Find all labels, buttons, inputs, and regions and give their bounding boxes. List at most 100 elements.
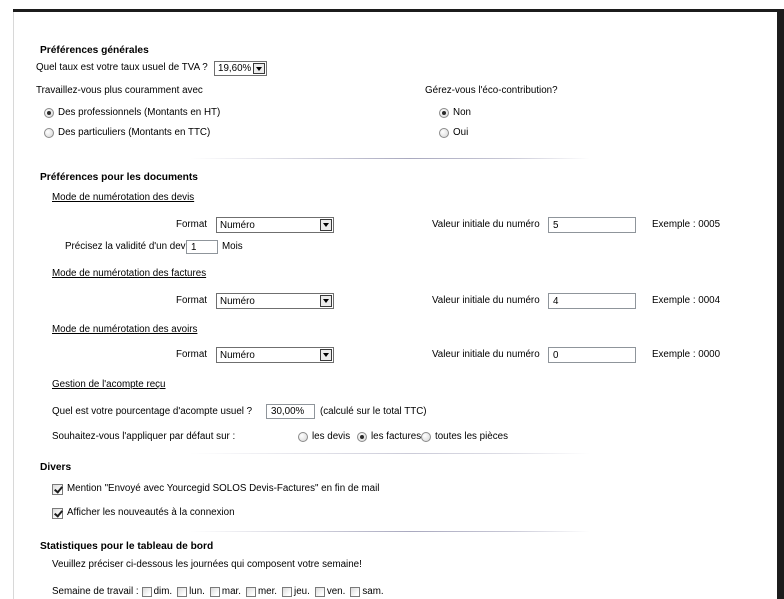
radio-label: toutes les pièces	[435, 431, 508, 442]
deposit-percent-value: 30,00%	[271, 406, 305, 417]
radio-button[interactable]	[357, 432, 367, 442]
checkbox-option-mail-mention[interactable]: Mention "Envoyé avec Yourcegid SOLOS Dev…	[52, 483, 379, 495]
invoice-initial-input[interactable]: 4	[548, 293, 636, 309]
quote-format-label: Format	[175, 219, 207, 230]
quote-format-value: Numéro	[220, 219, 255, 231]
vat-select-value: 19,60%	[218, 63, 252, 74]
day-label: mer.	[257, 586, 278, 597]
window-frame-right	[777, 9, 784, 599]
checkbox[interactable]	[350, 587, 361, 597]
checkbox-label: Mention "Envoyé avec Yourcegid SOLOS Dev…	[67, 483, 380, 494]
day-label: dim.	[153, 586, 173, 597]
checkbox[interactable]	[314, 587, 325, 597]
quote-initial-value: 5	[553, 219, 559, 231]
checkbox[interactable]	[52, 507, 63, 519]
day-label: sam.	[362, 586, 384, 597]
deposit-percent-note: (calculé sur le total TTC)	[320, 406, 427, 417]
radio-button[interactable]	[439, 128, 449, 138]
checkbox[interactable]	[52, 483, 63, 495]
deposit-heading: Gestion de l'acompte reçu	[52, 379, 166, 390]
chevron-down-icon[interactable]	[320, 295, 332, 307]
credit-note-initial-input[interactable]: 0	[548, 347, 636, 363]
checkbox[interactable]	[209, 587, 220, 597]
radio-label: Oui	[453, 127, 469, 138]
radio-option-professionals[interactable]: Des professionnels (Montants en HT)	[44, 107, 220, 119]
quote-initial-input[interactable]: 5	[548, 217, 636, 233]
deposit-percent-input[interactable]: 30,00%	[266, 404, 315, 419]
radio-button[interactable]	[44, 108, 54, 118]
window-frame-top	[13, 9, 784, 12]
credit-note-example: Exemple : 0000	[652, 349, 721, 360]
credit-note-format-label: Format	[175, 349, 207, 360]
checkbox[interactable]	[245, 587, 256, 597]
radio-label: Non	[453, 107, 471, 118]
quote-validity-input[interactable]: 1	[186, 240, 218, 254]
deposit-percent-label: Quel est votre pourcentage d'acompte usu…	[52, 406, 253, 417]
invoice-initial-label: Valeur initiale du numéro	[432, 295, 540, 306]
section-divider	[190, 453, 590, 454]
credit-note-format-value: Numéro	[220, 349, 255, 361]
day-option-friday[interactable]: ven.	[314, 586, 346, 598]
quote-validity-value: 1	[191, 241, 197, 253]
customer-type-label: Travaillez-vous plus couramment avec	[36, 85, 203, 96]
day-option-sunday[interactable]: dim.	[141, 586, 173, 598]
vat-label: Quel taux est votre taux usuel de TVA ?	[36, 62, 208, 73]
radio-option-individuals[interactable]: Des particuliers (Montants en TTC)	[44, 127, 210, 139]
section-divider	[190, 158, 590, 159]
credit-note-format-select[interactable]: Numéro	[216, 347, 334, 363]
radio-button[interactable]	[298, 432, 308, 442]
section-title-documents: Préférences pour les documents	[40, 172, 198, 183]
work-week-row: Semaine de travail : dim. lun. mar. mer.…	[52, 586, 389, 598]
window-frame-left	[13, 12, 14, 599]
section-divider	[190, 531, 590, 532]
day-option-monday[interactable]: lun.	[177, 586, 205, 598]
stats-hint: Veuillez préciser ci-dessous les journée…	[52, 559, 362, 570]
checkbox[interactable]	[282, 587, 293, 597]
quote-validity-unit: Mois	[222, 241, 243, 252]
work-week-label: Semaine de travail :	[52, 586, 139, 597]
chevron-down-icon[interactable]	[320, 219, 332, 231]
invoice-numbering-heading: Mode de numérotation des factures	[52, 268, 207, 279]
radio-option-eco-yes[interactable]: Oui	[439, 127, 468, 139]
quote-format-select[interactable]: Numéro	[216, 217, 334, 233]
radio-option-eco-no[interactable]: Non	[439, 107, 471, 119]
radio-option-apply-invoices[interactable]: les factures	[357, 431, 421, 443]
radio-label: les devis	[312, 431, 351, 442]
invoice-format-select[interactable]: Numéro	[216, 293, 334, 309]
chevron-down-icon[interactable]	[320, 349, 332, 361]
day-label: ven.	[326, 586, 346, 597]
preferences-page: Préférences générales Quel taux est votr…	[0, 0, 784, 599]
eco-contribution-label: Gérez-vous l'éco-contribution?	[425, 85, 558, 96]
invoice-format-label: Format	[175, 295, 207, 306]
radio-label: les factures	[371, 431, 422, 442]
day-option-thursday[interactable]: jeu.	[282, 586, 310, 598]
day-option-saturday[interactable]: sam.	[350, 586, 384, 598]
radio-button[interactable]	[439, 108, 449, 118]
day-option-wednesday[interactable]: mer.	[245, 586, 278, 598]
section-title-general: Préférences générales	[40, 45, 149, 56]
chevron-down-icon[interactable]	[253, 63, 265, 74]
section-title-misc: Divers	[40, 462, 72, 473]
radio-option-apply-all[interactable]: toutes les pièces	[421, 431, 508, 443]
checkbox[interactable]	[177, 587, 188, 597]
vat-select[interactable]: 19,60%	[214, 61, 267, 76]
radio-label: Des professionnels (Montants en HT)	[58, 107, 221, 118]
quote-initial-label: Valeur initiale du numéro	[432, 219, 540, 230]
quote-example: Exemple : 0005	[652, 219, 721, 230]
day-label: lun.	[189, 586, 205, 597]
checkbox-option-show-news[interactable]: Afficher les nouveautés à la connexion	[52, 507, 235, 519]
radio-button[interactable]	[421, 432, 431, 442]
checkbox-label: Afficher les nouveautés à la connexion	[67, 507, 235, 518]
credit-note-initial-label: Valeur initiale du numéro	[432, 349, 540, 360]
section-title-stats: Statistiques pour le tableau de bord	[40, 541, 214, 552]
invoice-example: Exemple : 0004	[652, 295, 721, 306]
quote-numbering-heading: Mode de numérotation des devis	[52, 192, 195, 203]
deposit-apply-label: Souhaitez-vous l'appliquer par défaut su…	[52, 431, 236, 442]
day-option-tuesday[interactable]: mar.	[209, 586, 241, 598]
quote-validity-label: Précisez la validité d'un devis	[65, 241, 193, 252]
day-label: jeu.	[294, 586, 310, 597]
day-label: mar.	[221, 586, 241, 597]
checkbox[interactable]	[141, 587, 152, 597]
radio-option-apply-quotes[interactable]: les devis	[298, 431, 350, 443]
radio-button[interactable]	[44, 128, 54, 138]
